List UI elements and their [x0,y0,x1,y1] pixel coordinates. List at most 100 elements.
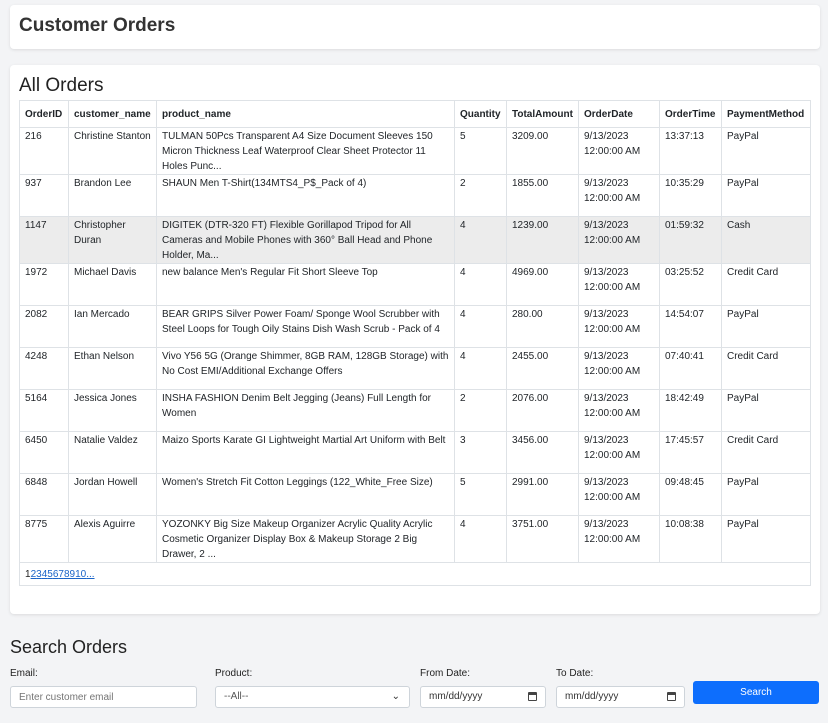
cell-order-id: 6848 [19,473,69,516]
cell-payment-method: PayPal [721,515,811,563]
email-input[interactable] [10,686,197,708]
table-row[interactable]: 5164 Jessica Jones INSHA FASHION Denim Bel… [19,389,811,432]
cell-order-id: 4248 [19,347,69,390]
to-date-input[interactable]: mm/dd/yyyy [556,686,685,708]
column-header-total-amount[interactable]: TotalAmount [506,100,579,128]
orders-table: OrderID customer_name product_name Quant… [19,100,811,586]
cell-product-name: Women's Stretch Fit Cotton Leggings (122… [156,473,455,516]
cell-customer-name: Ian Mercado [68,305,157,348]
cell-product-name: BEAR GRIPS Silver Power Foam/ Sponge Woo… [156,305,455,348]
cell-product-name: TULMAN 50Pcs Transparent A4 Size Documen… [156,127,455,175]
cell-product-name: DIGITEK (DTR-320 FT) Flexible Gorillapod… [156,216,455,264]
table-row[interactable]: 1147 Christopher Duran DIGITEK (DTR-320 FT… [19,216,811,264]
from-date-input[interactable]: mm/dd/yyyy [420,686,546,708]
column-header-payment-method[interactable]: PaymentMethod [721,100,811,128]
cell-product-name: Vivo Y56 5G (Orange Shimmer, 8GB RAM, 12… [156,347,455,390]
cell-payment-method: Credit Card [721,431,811,474]
cell-total-amount: 1239.00 [506,216,579,264]
cell-product-name: INSHA FASHION Denim Belt Jegging (Jeans)… [156,389,455,432]
cell-customer-name: Brandon Lee [68,174,157,217]
cell-order-time: 07:40:41 [659,347,722,390]
product-label: Product: [215,668,253,679]
cell-order-time: 13:37:13 [659,127,722,175]
cell-customer-name: Christine Stanton [68,127,157,175]
cell-quantity: 2 [454,174,507,217]
product-select[interactable]: --All-- ⌄ [215,686,410,708]
cell-customer-name: Jordan Howell [68,473,157,516]
column-header-order-date[interactable]: OrderDate [578,100,660,128]
cell-total-amount: 3751.00 [506,515,579,563]
column-header-product-name[interactable]: product_name [156,100,455,128]
table-row[interactable]: 937 Brandon Lee SHAUN Men T-Shirt(134MTS4_… [19,174,811,217]
cell-order-date: 9/13/2023 12:00:00 AM [578,389,660,432]
cell-order-time: 18:42:49 [659,389,722,432]
table-row[interactable]: 2082 Ian Mercado BEAR GRIPS Silver Power F… [19,305,811,348]
page-link[interactable]: 10 [75,569,86,580]
email-label: Email: [10,668,38,679]
calendar-icon[interactable] [528,692,537,701]
cell-quantity: 5 [454,127,507,175]
cell-order-id: 216 [19,127,69,175]
header-card: Customer Orders [10,5,820,49]
cell-order-id: 6450 [19,431,69,474]
cell-quantity: 5 [454,473,507,516]
column-header-quantity[interactable]: Quantity [454,100,507,128]
cell-order-time: 14:54:07 [659,305,722,348]
cell-order-time: 09:48:45 [659,473,722,516]
search-section-title: Search Orders [10,637,128,657]
cell-payment-method: PayPal [721,473,811,516]
cell-order-date: 9/13/2023 12:00:00 AM [578,263,660,306]
to-date-label: To Date: [556,668,594,679]
chevron-down-icon: ⌄ [391,691,400,702]
table-row[interactable]: 1972 Michael Davis new balance Men's Regul… [19,263,811,306]
cell-customer-name: Jessica Jones [68,389,157,432]
cell-quantity: 4 [454,216,507,264]
cell-order-id: 1147 [19,216,69,264]
cell-total-amount: 280.00 [506,305,579,348]
cell-order-time: 10:08:38 [659,515,722,563]
table-row[interactable]: 216 Christine Stanton TULMAN 50Pcs Transpa… [19,127,811,175]
cell-payment-method: PayPal [721,389,811,432]
table-row[interactable]: 4248 Ethan Nelson Vivo Y56 5G (Orange Shim… [19,347,811,390]
table-header-row: OrderID customer_name product_name Quant… [19,100,811,128]
cell-total-amount: 3456.00 [506,431,579,474]
pagination-row: 12345678910... [19,562,811,586]
to-date-placeholder: mm/dd/yyyy [565,691,619,702]
table-row[interactable]: 6848 Jordan Howell Women's Stretch Fit Cot… [19,473,811,516]
cell-payment-method: PayPal [721,305,811,348]
cell-total-amount: 2076.00 [506,389,579,432]
cell-order-id: 1972 [19,263,69,306]
from-date-label: From Date: [420,668,471,679]
cell-order-time: 17:45:57 [659,431,722,474]
cell-payment-method: Credit Card [721,263,811,306]
search-button[interactable]: Search [693,681,819,704]
cell-quantity: 4 [454,263,507,306]
cell-order-date: 9/13/2023 12:00:00 AM [578,174,660,217]
column-header-order-time[interactable]: OrderTime [659,100,722,128]
cell-customer-name: Ethan Nelson [68,347,157,390]
cell-product-name: new balance Men's Regular Fit Short Slee… [156,263,455,306]
calendar-icon[interactable] [667,692,676,701]
column-header-orderid[interactable]: OrderID [19,100,69,128]
cell-order-date: 9/13/2023 12:00:00 AM [578,515,660,563]
page-link[interactable]: ... [86,569,94,580]
table-row[interactable]: 6450 Natalie Valdez Maizo Sports Karate GI… [19,431,811,474]
pagination: 12345678910... [19,562,811,586]
cell-payment-method: PayPal [721,174,811,217]
cell-order-date: 9/13/2023 12:00:00 AM [578,127,660,175]
cell-quantity: 4 [454,515,507,563]
cell-order-id: 5164 [19,389,69,432]
from-date-placeholder: mm/dd/yyyy [429,691,483,702]
cell-payment-method: PayPal [721,127,811,175]
cell-customer-name: Natalie Valdez [68,431,157,474]
cell-order-id: 2082 [19,305,69,348]
cell-customer-name: Michael Davis [68,263,157,306]
column-header-customer-name[interactable]: customer_name [68,100,157,128]
cell-total-amount: 2991.00 [506,473,579,516]
cell-quantity: 2 [454,389,507,432]
cell-order-date: 9/13/2023 12:00:00 AM [578,431,660,474]
cell-order-date: 9/13/2023 12:00:00 AM [578,347,660,390]
cell-order-time: 03:25:52 [659,263,722,306]
cell-product-name: Maizo Sports Karate GI Lightweight Marti… [156,431,455,474]
table-row[interactable]: 8775 Alexis Aguirre YOZONKY Big Size Makeu… [19,515,811,563]
